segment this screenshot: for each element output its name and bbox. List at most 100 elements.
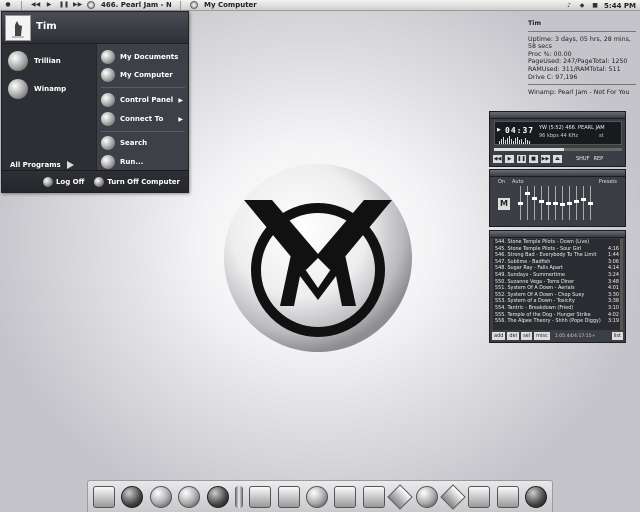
dock-m-logo-icon[interactable] (121, 485, 144, 508)
menu-control-panel[interactable]: Control Panel ▶ (101, 91, 187, 109)
eq-slider-knob[interactable] (581, 198, 586, 202)
eq-slider[interactable] (574, 186, 579, 220)
pinned-winamp[interactable]: Winamp (8, 76, 92, 102)
pl-misc-button[interactable]: misc (534, 332, 550, 340)
previous-button[interactable]: ◀◀ (493, 155, 502, 163)
shuffle-button[interactable]: SHUF (576, 156, 589, 162)
dock-flower-icon[interactable] (149, 485, 172, 508)
dock-separator-icon[interactable] (234, 485, 243, 508)
eq-slider-knob[interactable] (567, 201, 572, 205)
eq-preamp-icon[interactable]: M (498, 198, 510, 210)
eq-slider-knob[interactable] (525, 192, 530, 196)
playlist-row[interactable]: 556. The Alpee Theory - Shhh (Pope Diggy… (493, 318, 621, 325)
playlist-row[interactable]: 547. Sublime - Badfish 3:06 (493, 259, 621, 266)
now-playing-text[interactable]: 466. Pearl Jam - No... (101, 1, 171, 9)
eq-on-button[interactable]: On (498, 179, 505, 185)
eq-presets-button[interactable]: Presets (599, 179, 617, 185)
playlist-row[interactable]: 545. Stone Temple Pilots - Sour Girl 4:16 (493, 246, 621, 253)
eq-slider-knob[interactable] (539, 199, 544, 203)
eq-slider-knob[interactable] (560, 203, 565, 207)
pl-sel-button[interactable]: sel (521, 332, 533, 340)
eq-slider-knob[interactable] (588, 201, 593, 205)
turn-off-button[interactable]: Turn Off Computer (94, 176, 180, 187)
log-off-button[interactable]: Log Off (42, 176, 84, 187)
eq-slider[interactable] (518, 186, 523, 220)
winamp-titlebar[interactable] (490, 112, 625, 119)
repeat-button[interactable]: REP (593, 156, 603, 162)
playlist-row[interactable]: 546. Strong Bad - Everybody To The Limit… (493, 252, 621, 259)
dock-finder-icon[interactable] (93, 485, 115, 508)
eq-slider[interactable] (581, 186, 586, 220)
pinned-trillian[interactable]: Trillian (8, 48, 92, 74)
playlist-titlebar[interactable] (490, 231, 625, 238)
eject-button[interactable]: ⏏ (553, 155, 562, 163)
dock-emblem-icon[interactable] (306, 485, 328, 508)
apple-menu-icon[interactable]: ● (4, 1, 12, 9)
dock-skull-icon[interactable] (415, 485, 438, 508)
menu-my-documents[interactable]: My Documents (101, 48, 187, 66)
eq-slider[interactable] (546, 186, 551, 220)
dock-drive-icon[interactable] (496, 485, 519, 508)
dock-paint-icon[interactable] (387, 483, 413, 510)
playlist-row[interactable]: 553. System of a Down - Toxicity 3:38 (493, 298, 621, 305)
info-divider (528, 30, 636, 32)
playlist-row[interactable]: 554. Tantric - Breakdown (Fried) 3:10 (493, 305, 621, 312)
play-button[interactable]: ▶ (505, 155, 514, 163)
dock-camera-icon[interactable] (362, 485, 385, 508)
playlist-scrollbar[interactable] (620, 239, 623, 330)
eq-slider[interactable] (539, 186, 544, 220)
playlist-row[interactable]: 550. Suzanne Vega - Toms Diner 3:48 (493, 279, 621, 286)
eq-slider[interactable] (525, 186, 530, 220)
eq-slider[interactable] (553, 186, 558, 220)
dock-globe-icon[interactable] (178, 485, 201, 508)
playlist-row[interactable]: 544. Stone Temple Pilots - Down (Live) (493, 239, 621, 246)
volume-icon[interactable]: ♪ (565, 2, 573, 10)
play-icon[interactable]: ▶ (45, 1, 53, 9)
dock-folder-icon[interactable] (249, 485, 272, 508)
previous-track-icon[interactable]: ◀◀ (31, 1, 40, 9)
playlist-row[interactable]: 549. Sundays - Summertime 3:24 (493, 272, 621, 279)
playlist-row[interactable]: 552. System Of A Down - Chop Suey 3:30 (493, 292, 621, 299)
eq-auto-button[interactable]: Auto (512, 179, 524, 185)
eq-slider[interactable] (588, 186, 593, 220)
dock-cross-icon[interactable] (440, 483, 466, 510)
menu-run[interactable]: Run... (101, 153, 187, 171)
playlist-row[interactable]: 548. Sugar Ray - Falls Apart 4:14 (493, 265, 621, 272)
stop-button[interactable]: ■ (529, 155, 538, 163)
dock-tools-icon[interactable] (468, 485, 491, 508)
winamp-seek-bar[interactable] (494, 148, 622, 151)
eq-slider[interactable] (567, 186, 572, 220)
menu-my-computer[interactable]: My Computer (101, 66, 187, 84)
eq-slider-knob[interactable] (574, 199, 579, 203)
playlist-row[interactable]: 555. Temple of the Dog - Hunger Strike 4:… (493, 312, 621, 319)
pl-add-button[interactable]: add (492, 332, 506, 340)
winamp-visualizer[interactable] (499, 136, 531, 144)
tray-icon[interactable]: ■ (591, 2, 599, 10)
winamp-time[interactable]: 04:37 (505, 126, 534, 135)
eq-slider[interactable] (560, 186, 565, 220)
menu-divider (101, 131, 185, 132)
clock[interactable]: 5:44 PM (604, 2, 636, 10)
dock-calculator-icon[interactable] (334, 485, 357, 508)
dock-folder-icon[interactable] (277, 485, 300, 508)
eq-slider-knob[interactable] (546, 201, 551, 205)
next-button[interactable]: ▶▶ (541, 155, 550, 163)
menu-search[interactable]: Search (101, 134, 187, 152)
network-tray-icon[interactable]: ◆ (578, 2, 586, 10)
pl-del-button[interactable]: del (507, 332, 520, 340)
eq-slider[interactable] (532, 186, 537, 220)
dock-world-icon[interactable] (206, 485, 229, 508)
user-avatar[interactable] (5, 15, 31, 41)
pause-icon[interactable]: ❚❚ (59, 1, 69, 9)
pause-button[interactable]: ❚❚ (517, 155, 526, 163)
eq-titlebar[interactable] (490, 170, 625, 177)
pl-list-button[interactable]: list (611, 332, 623, 340)
eq-slider-knob[interactable] (518, 201, 523, 205)
dock-trash-icon[interactable] (525, 485, 547, 508)
next-track-icon[interactable]: ▶▶ (73, 1, 82, 9)
eq-slider-knob[interactable] (553, 201, 558, 205)
menu-connect-to[interactable]: Connect To ▶ (101, 110, 187, 128)
playlist-row[interactable]: 551. System Of A Down - Aerials 4:01 (493, 285, 621, 292)
eq-slider-knob[interactable] (532, 196, 537, 200)
active-window-title[interactable]: My Computer (204, 1, 257, 9)
